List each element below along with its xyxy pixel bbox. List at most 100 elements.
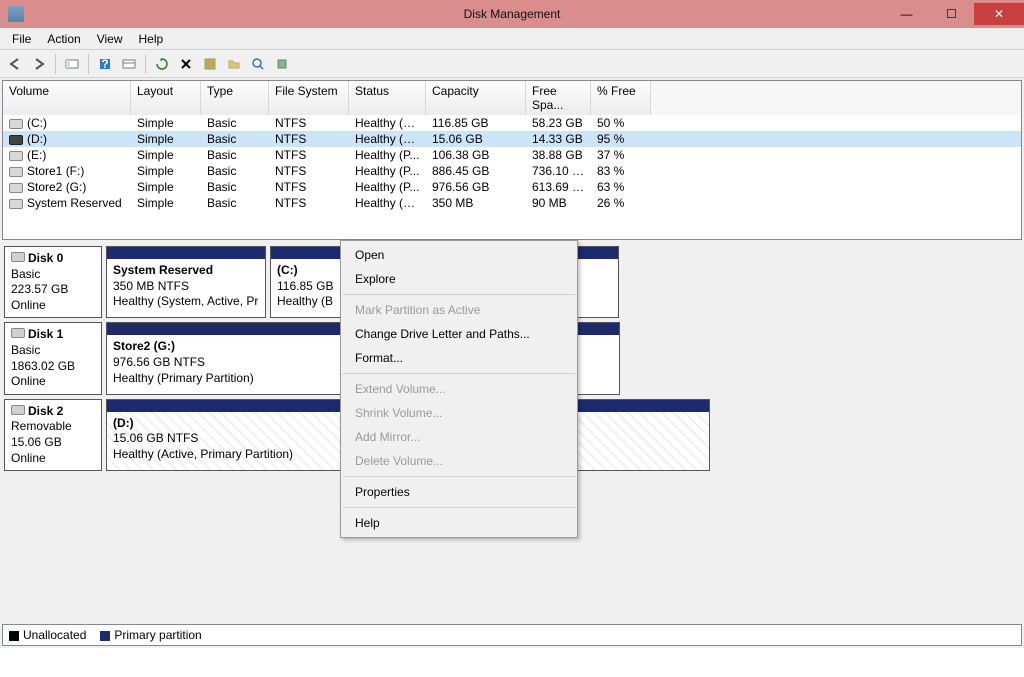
- swatch-primary: [100, 631, 110, 641]
- cell-status: Healthy (P...: [349, 179, 426, 195]
- partition-stripe: [271, 247, 344, 259]
- forward-button[interactable]: [28, 53, 50, 75]
- partition-stripe: [107, 247, 265, 259]
- refresh-button[interactable]: [151, 53, 173, 75]
- partition[interactable]: System Reserved350 MB NTFSHealthy (Syste…: [106, 246, 266, 318]
- context-item[interactable]: Open: [341, 243, 577, 267]
- cell-capacity: 15.06 GB: [426, 131, 526, 147]
- close-button[interactable]: ✕: [974, 3, 1024, 25]
- partition-status: Healthy (B: [277, 294, 338, 310]
- titlebar[interactable]: Disk Management — ☐ ✕: [0, 0, 1024, 28]
- disk-label[interactable]: Disk 0Basic223.57 GBOnline: [4, 246, 102, 318]
- partition-sub: 350 MB NTFS: [113, 279, 259, 295]
- disk-type: Basic: [11, 343, 95, 359]
- partition-sub: 976.56 GB NTFS: [113, 355, 339, 371]
- menu-view[interactable]: View: [89, 30, 131, 48]
- help-button[interactable]: ?: [94, 53, 116, 75]
- context-item[interactable]: Format...: [341, 346, 577, 370]
- volume-row[interactable]: Store2 (G:)SimpleBasicNTFSHealthy (P...9…: [3, 179, 1021, 195]
- partition-name: System Reserved: [113, 263, 259, 279]
- context-item[interactable]: Properties: [341, 480, 577, 504]
- properties-button[interactable]: [199, 53, 221, 75]
- cell-free: 736.10 GB: [526, 163, 591, 179]
- volume-row[interactable]: (E:)SimpleBasicNTFSHealthy (P...106.38 G…: [3, 147, 1021, 163]
- menu-action[interactable]: Action: [39, 30, 88, 48]
- volume-row[interactable]: (D:)SimpleBasicNTFSHealthy (A...15.06 GB…: [3, 131, 1021, 147]
- disk-label[interactable]: Disk 1Basic1863.02 GBOnline: [4, 322, 102, 394]
- volume-header: Volume Layout Type File System Status Ca…: [3, 81, 1021, 115]
- disk-icon: [11, 405, 25, 415]
- disk-label[interactable]: Disk 2Removable15.06 GBOnline: [4, 399, 102, 471]
- drive-icon: [9, 183, 23, 193]
- drive-icon: [9, 135, 23, 145]
- settings-button[interactable]: [271, 53, 293, 75]
- maximize-button[interactable]: ☐: [929, 3, 974, 25]
- cell-capacity: 350 MB: [426, 195, 526, 211]
- cell-capacity: 886.45 GB: [426, 163, 526, 179]
- partition[interactable]: Store2 (G:)976.56 GB NTFSHealthy (Primar…: [106, 322, 346, 394]
- partition-status: Healthy (Primary Partition): [113, 371, 339, 387]
- cell-layout: Simple: [131, 147, 201, 163]
- app-icon: [8, 6, 24, 22]
- disk-status: Online: [11, 374, 95, 390]
- cell-capacity: 976.56 GB: [426, 179, 526, 195]
- minimize-button[interactable]: —: [884, 3, 929, 25]
- legend-unallocated: Unallocated: [23, 628, 86, 642]
- partition-name: (C:): [277, 263, 338, 279]
- cell-layout: Simple: [131, 179, 201, 195]
- col-type[interactable]: Type: [201, 81, 269, 115]
- menu-file[interactable]: File: [4, 30, 39, 48]
- context-item[interactable]: Help: [341, 511, 577, 535]
- cell-pfree: 95 %: [591, 131, 651, 147]
- back-button[interactable]: [4, 53, 26, 75]
- col-free[interactable]: Free Spa...: [526, 81, 591, 115]
- volume-row[interactable]: Store1 (F:)SimpleBasicNTFSHealthy (P...8…: [3, 163, 1021, 179]
- context-separator: [343, 373, 575, 374]
- view-button[interactable]: [118, 53, 140, 75]
- col-layout[interactable]: Layout: [131, 81, 201, 115]
- cell-pfree: 50 %: [591, 115, 651, 131]
- cell-layout: Simple: [131, 115, 201, 131]
- show-hide-button[interactable]: [61, 53, 83, 75]
- cell-pfree: 26 %: [591, 195, 651, 211]
- cell-fs: NTFS: [269, 131, 349, 147]
- context-item[interactable]: Change Drive Letter and Paths...: [341, 322, 577, 346]
- volume-row[interactable]: (C:)SimpleBasicNTFSHealthy (B...116.85 G…: [3, 115, 1021, 131]
- disk-icon: [11, 328, 25, 338]
- cell-capacity: 116.85 GB: [426, 115, 526, 131]
- cell-capacity: 106.38 GB: [426, 147, 526, 163]
- cell-layout: Simple: [131, 163, 201, 179]
- cell-status: Healthy (P...: [349, 147, 426, 163]
- col-status[interactable]: Status: [349, 81, 426, 115]
- volume-row[interactable]: System ReservedSimpleBasicNTFSHealthy (S…: [3, 195, 1021, 211]
- delete-button[interactable]: [175, 53, 197, 75]
- col-pfree[interactable]: % Free: [591, 81, 651, 115]
- menu-help[interactable]: Help: [131, 30, 172, 48]
- cell-type: Basic: [201, 115, 269, 131]
- col-capacity[interactable]: Capacity: [426, 81, 526, 115]
- cell-type: Basic: [201, 179, 269, 195]
- rescan-button[interactable]: [247, 53, 269, 75]
- partition[interactable]: (C:)116.85 GBHealthy (B: [270, 246, 345, 318]
- cell-pfree: 83 %: [591, 163, 651, 179]
- open-button[interactable]: [223, 53, 245, 75]
- context-item: Extend Volume...: [341, 377, 577, 401]
- cell-fs: NTFS: [269, 195, 349, 211]
- volume-list[interactable]: Volume Layout Type File System Status Ca…: [2, 80, 1022, 240]
- col-fs[interactable]: File System: [269, 81, 349, 115]
- context-item[interactable]: Explore: [341, 267, 577, 291]
- cell-status: Healthy (A...: [349, 131, 426, 147]
- disk-size: 15.06 GB: [11, 435, 95, 451]
- cell-type: Basic: [201, 131, 269, 147]
- cell-status: Healthy (B...: [349, 115, 426, 131]
- col-volume[interactable]: Volume: [3, 81, 131, 115]
- volume-name: (E:): [27, 148, 46, 162]
- volume-name: Store2 (G:): [27, 180, 86, 194]
- cell-free: 38.88 GB: [526, 147, 591, 163]
- context-menu: OpenExploreMark Partition as ActiveChang…: [340, 240, 578, 538]
- cell-fs: NTFS: [269, 163, 349, 179]
- disk-type: Basic: [11, 267, 95, 283]
- disk-size: 223.57 GB: [11, 282, 95, 298]
- partition-status: Healthy (System, Active, Pr: [113, 294, 259, 310]
- svg-text:?: ?: [101, 57, 108, 71]
